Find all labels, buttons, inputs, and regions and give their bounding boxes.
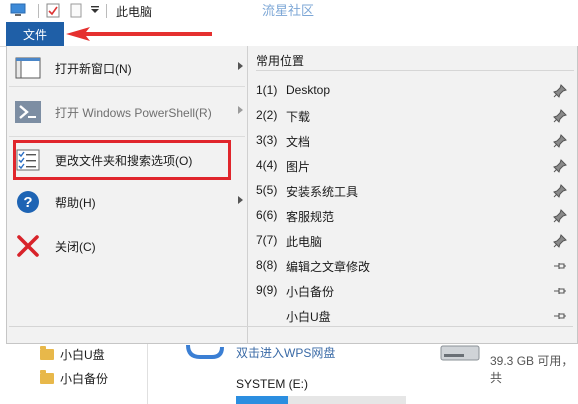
frequent-places-header: 常用位置: [256, 54, 305, 68]
menu-separator: [9, 136, 245, 137]
quick-access-separator: [38, 4, 39, 18]
drive-free-space: 39.3 GB 可用，共: [490, 354, 574, 385]
pin-icon[interactable]: [553, 159, 567, 173]
frequent-item-name: 安装系统工具: [286, 185, 359, 199]
folder-icon: [40, 370, 54, 384]
menu-item-open-new-window[interactable]: 打开新窗口(N): [9, 52, 245, 84]
frequent-item[interactable]: 小白U盘: [248, 303, 577, 328]
menu-item-label: 打开新窗口(N): [55, 61, 132, 76]
svg-text:?: ?: [23, 194, 32, 211]
frequent-item-number: 3(3): [256, 133, 278, 147]
frequent-item-number: 1(1): [256, 83, 278, 97]
wps-cloud-icon: [186, 345, 224, 359]
frequent-item-name: 客服规范: [286, 210, 335, 224]
wps-cloud-label[interactable]: 双击进入WPS网盘: [236, 344, 335, 361]
unpinned-icon[interactable]: [553, 284, 567, 298]
frequent-item-number: 2(2): [256, 108, 278, 122]
frequent-item[interactable]: 3(3) 文档: [248, 128, 577, 153]
pin-icon[interactable]: [553, 234, 567, 248]
menu-item-label: 关闭(C): [55, 239, 96, 254]
menu-item-label: 打开 Windows PowerShell(R): [55, 105, 212, 120]
drive-icon: [440, 345, 480, 361]
frequent-item-name: 下载: [286, 110, 311, 124]
powershell-icon: [15, 101, 41, 123]
watermark-text: 流星社区: [262, 3, 315, 18]
menu-item-help[interactable]: ? 帮助(H): [9, 186, 245, 218]
frequent-item[interactable]: 4(4) 图片: [248, 153, 577, 178]
annotation-highlight-box: [13, 140, 231, 180]
frequent-item[interactable]: 7(7) 此电脑: [248, 228, 577, 253]
frequent-item-name: 小白U盘: [286, 310, 331, 324]
menu-item-label: 帮助(H): [55, 195, 96, 210]
frequent-item-number: 7(7): [256, 233, 278, 247]
new-window-icon: [15, 57, 41, 79]
frequent-item-number: 4(4): [256, 158, 278, 172]
properties-icon[interactable]: [46, 3, 60, 18]
frequent-item-number: 6(6): [256, 208, 278, 222]
nav-item-xiaobai-usb[interactable]: 小白U盘: [60, 346, 105, 363]
frequent-places: 常用位置 1(1) Desktop 2(2) 下载 3(3) 文档 4(4) 图…: [248, 46, 577, 343]
menu-separator: [9, 86, 245, 87]
drive-usage-bar: [236, 396, 406, 404]
pin-icon[interactable]: [553, 84, 567, 98]
drive-usage-fill: [236, 396, 288, 404]
menu-item-open-powershell[interactable]: 打开 Windows PowerShell(R): [9, 96, 245, 128]
frequent-item-number: 8(8): [256, 258, 278, 272]
pin-icon[interactable]: [553, 184, 567, 198]
pin-icon[interactable]: [553, 209, 567, 223]
annotation-arrow: [66, 27, 212, 41]
frequent-item-number: 5(5): [256, 183, 278, 197]
nav-item-xiaobai-backup[interactable]: 小白备份: [60, 370, 108, 387]
unpinned-icon[interactable]: [553, 309, 567, 323]
frequent-item[interactable]: 1(1) Desktop: [248, 78, 577, 103]
frequent-item-number: 9(9): [256, 283, 278, 297]
submenu-arrow-icon: [238, 196, 243, 204]
header-underline: [256, 70, 574, 71]
menu-item-close[interactable]: 关闭(C): [9, 230, 245, 262]
customize-toolbar-icon[interactable]: [90, 6, 100, 14]
frequent-item[interactable]: 8(8) 编辑之文章修改: [248, 253, 577, 278]
drive-label-system[interactable]: SYSTEM (E:): [236, 377, 308, 391]
pin-icon[interactable]: [553, 134, 567, 148]
unpinned-icon[interactable]: [553, 259, 567, 273]
window-title: 此电脑: [116, 5, 153, 19]
file-tab[interactable]: 文件: [6, 22, 64, 46]
help-icon: ?: [17, 191, 39, 213]
submenu-arrow-icon: [238, 62, 243, 70]
frequent-item[interactable]: 9(9) 小白备份: [248, 278, 577, 303]
folder-icon: [40, 346, 54, 360]
frequent-item-name: 编辑之文章修改: [286, 260, 371, 274]
file-menu: 打开新窗口(N) 打开 Windows PowerShell(R) 更改文件夹和…: [6, 46, 578, 344]
submenu-arrow-icon: [238, 106, 243, 114]
file-menu-commands: 打开新窗口(N) 打开 Windows PowerShell(R) 更改文件夹和…: [7, 46, 247, 343]
menu-bottom-separator: [9, 326, 573, 327]
pin-icon[interactable]: [553, 109, 567, 123]
frequent-item-name: 小白备份: [286, 285, 335, 299]
frequent-item-name: 此电脑: [286, 235, 323, 249]
frequent-item-name: 图片: [286, 160, 311, 174]
new-folder-icon[interactable]: [70, 3, 82, 18]
title-bar: 此电脑 流星社区: [0, 0, 578, 22]
title-separator: [106, 4, 107, 18]
nav-pane-divider: [147, 344, 148, 404]
frequent-item[interactable]: 5(5) 安装系统工具: [248, 178, 577, 203]
frequent-item-name: 文档: [286, 135, 311, 149]
close-icon: [17, 235, 39, 257]
frequent-item[interactable]: 2(2) 下载: [248, 103, 577, 128]
computer-icon[interactable]: [10, 3, 26, 17]
frequent-item[interactable]: 6(6) 客服规范: [248, 203, 577, 228]
frequent-item-name: Desktop: [286, 83, 331, 97]
